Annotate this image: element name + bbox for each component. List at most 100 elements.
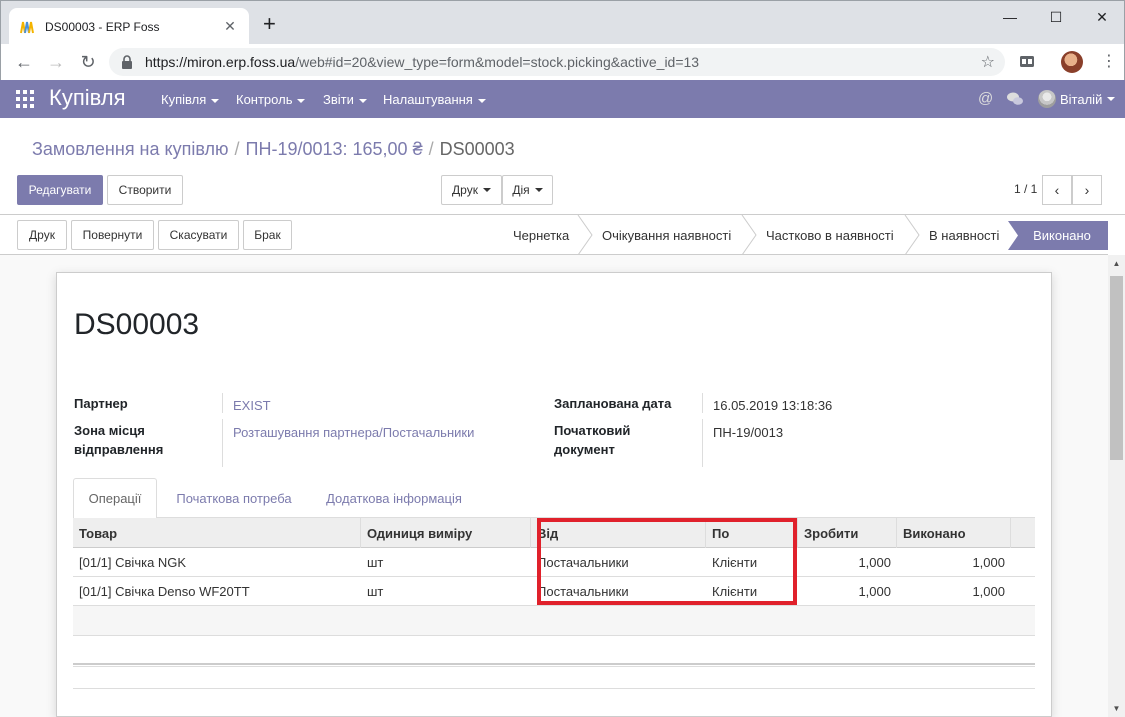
- cell-uom: шт: [367, 555, 384, 570]
- action-dropdown[interactable]: Дія: [502, 175, 553, 205]
- tab-additional-info[interactable]: Додаткова інформація: [313, 478, 475, 519]
- stage-done: Виконано: [1008, 221, 1108, 250]
- col-to[interactable]: По: [706, 518, 798, 548]
- return-button[interactable]: Повернути: [71, 220, 154, 250]
- breadcrumb-purchase-orders[interactable]: Замовлення на купівлю: [32, 139, 229, 159]
- chat-bubbles-icon[interactable]: [1006, 91, 1024, 107]
- edit-button[interactable]: Редагувати: [17, 175, 103, 205]
- statusbar: Друк Повернути Скасувати Брак Чернетка О…: [0, 215, 1108, 255]
- table-header: Товар Одиниця виміру Від По Зробити Вико…: [73, 518, 1035, 548]
- stage-partially-available[interactable]: Частково в наявності: [766, 215, 894, 255]
- user-avatar: [1038, 90, 1056, 108]
- breadcrumb: Замовлення на купівлю / ПН-19/0013: 165,00…: [32, 139, 515, 159]
- partner-label: Партнер: [74, 396, 128, 411]
- caret-down-icon: [482, 188, 491, 192]
- cell-done: 1,000: [972, 555, 1005, 570]
- table-row[interactable]: [01/1] Свічка Denso WF20TT шт Постачальн…: [73, 577, 1035, 606]
- table-empty-row: [73, 606, 1035, 636]
- pager-value[interactable]: 1 / 1: [1014, 182, 1037, 196]
- url-text: https://miron.erp.foss.ua/web#id=20&view…: [145, 54, 700, 70]
- pager-next-icon[interactable]: ›: [1072, 175, 1102, 205]
- tab-operations[interactable]: Операції: [73, 478, 157, 519]
- caret-down-icon: [297, 98, 306, 103]
- scroll-up-icon[interactable]: ▲: [1108, 255, 1125, 272]
- cell-product: [01/1] Свічка NGK: [79, 555, 187, 570]
- caret-down-icon: [211, 98, 220, 103]
- menu-settings[interactable]: Налаштування: [383, 92, 486, 107]
- browser-menu-icon[interactable]: ⋮: [1101, 51, 1117, 73]
- stage-ready[interactable]: В наявності: [929, 215, 999, 255]
- cell-uom: шт: [367, 584, 384, 599]
- source-location-value[interactable]: Розташування партнера/Постачальники: [233, 423, 474, 442]
- address-bar[interactable]: https://miron.erp.foss.ua/web#id=20&view…: [109, 48, 1005, 76]
- table-divider: [73, 688, 1035, 689]
- control-panel: Замовлення на купівлю / ПН-19/0013: 165,00…: [0, 118, 1125, 215]
- scheduled-date-value: 16.05.2019 13:18:36: [713, 398, 833, 413]
- source-document-value: ПН-19/0013: [713, 425, 784, 440]
- tab-close-icon[interactable]: ✕: [221, 18, 239, 35]
- vertical-scrollbar[interactable]: ▲ ▼: [1108, 255, 1125, 717]
- notebook-tabs: Операції Початкова потреба Додаткова інф…: [73, 478, 1035, 519]
- tab-initial-demand[interactable]: Початкова потреба: [161, 478, 307, 519]
- back-arrow-icon[interactable]: ←: [11, 49, 37, 75]
- source-document-label: Початковий документ: [554, 423, 631, 457]
- breadcrumb-order[interactable]: ПН-19/0013: 165,00 ₴: [246, 139, 423, 159]
- lock-icon: [122, 55, 132, 69]
- scroll-down-icon[interactable]: ▼: [1108, 700, 1125, 717]
- maximize-icon[interactable]: ☐: [1033, 5, 1079, 29]
- menu-purchase[interactable]: Купівля: [161, 92, 220, 107]
- main-navbar: Купівля Купівля Контроль Звіти Налаштува…: [0, 80, 1125, 118]
- pager-previous-icon[interactable]: ‹: [1042, 175, 1072, 205]
- apps-grid-icon[interactable]: [16, 90, 34, 108]
- print-dropdown[interactable]: Друк: [441, 175, 502, 205]
- new-tab-button[interactable]: +: [263, 13, 276, 35]
- cell-from: Постачальники: [537, 584, 629, 599]
- source-location-label: Зона місця відправлення: [74, 423, 164, 457]
- caret-down-icon: [477, 98, 486, 103]
- extension-icon[interactable]: [1019, 53, 1035, 69]
- create-button[interactable]: Створити: [107, 175, 183, 205]
- stage-separator-icon: [577, 215, 593, 255]
- document-title: DS00003: [74, 308, 200, 341]
- scheduled-date-label: Запланована дата: [554, 396, 672, 411]
- at-mention-icon[interactable]: @: [978, 90, 993, 107]
- browser-toolbar: ← → ↻ https://miron.erp.foss.ua/web#id=2…: [0, 44, 1125, 80]
- col-uom[interactable]: Одиниця виміру: [361, 518, 531, 548]
- browser-profile-avatar[interactable]: [1061, 51, 1083, 73]
- bookmark-star-icon[interactable]: ☆: [981, 52, 995, 72]
- partner-value[interactable]: EXIST: [233, 396, 271, 415]
- scrap-button[interactable]: Брак: [243, 220, 292, 250]
- col-product[interactable]: Товар: [73, 518, 361, 548]
- scroll-thumb[interactable]: [1110, 276, 1123, 460]
- form-content: DS00003 Партнер EXIST Зона місця відправл…: [0, 255, 1108, 717]
- tab-title: DS00003 - ERP Foss: [45, 19, 160, 34]
- menu-reports[interactable]: Звіти: [323, 92, 367, 107]
- browser-tabstrip: DS00003 - ERP Foss ✕ + — ☐ ✕: [0, 0, 1125, 45]
- breadcrumb-current: DS00003: [439, 139, 515, 159]
- window-close-icon[interactable]: ✕: [1079, 5, 1125, 29]
- browser-tab[interactable]: DS00003 - ERP Foss ✕: [9, 8, 249, 45]
- col-done[interactable]: Виконано: [897, 518, 1011, 548]
- table-row[interactable]: [01/1] Свічка NGK шт Постачальники Клієн…: [73, 548, 1035, 577]
- app-brand[interactable]: Купівля: [49, 85, 126, 111]
- col-to-do[interactable]: Зробити: [798, 518, 897, 548]
- table-footer: [73, 663, 1035, 667]
- stage-waiting[interactable]: Очікування наявності: [602, 215, 731, 255]
- forward-arrow-icon[interactable]: →: [43, 49, 69, 75]
- menu-control[interactable]: Контроль: [236, 92, 306, 107]
- field-separator: [702, 419, 703, 467]
- reload-icon[interactable]: ↻: [75, 49, 101, 75]
- cell-from: Постачальники: [537, 555, 629, 570]
- stage-separator-icon: [741, 215, 757, 255]
- col-from[interactable]: Від: [531, 518, 706, 548]
- form-sheet: DS00003 Партнер EXIST Зона місця відправл…: [56, 272, 1052, 717]
- cancel-button[interactable]: Скасувати: [158, 220, 239, 250]
- cell-to-do: 1,000: [858, 584, 891, 599]
- stage-draft[interactable]: Чернетка: [513, 215, 569, 255]
- field-separator: [702, 393, 703, 413]
- stage-separator-icon: [904, 215, 920, 255]
- user-menu[interactable]: Віталій: [1038, 90, 1116, 108]
- caret-down-icon: [1107, 97, 1116, 101]
- minimize-icon[interactable]: —: [987, 5, 1033, 29]
- print-button[interactable]: Друк: [17, 220, 67, 250]
